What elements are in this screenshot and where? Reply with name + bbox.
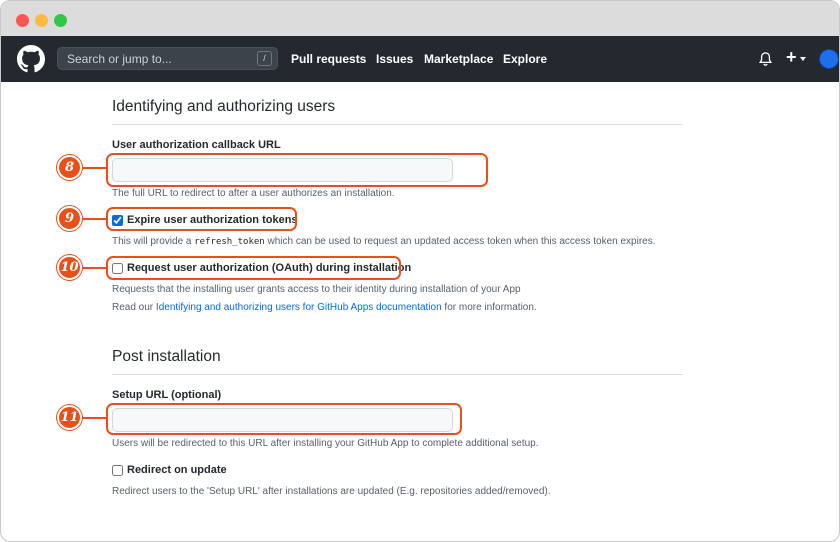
callout-marker-10: 10: [57, 255, 82, 280]
setup-url-label: Setup URL (optional): [112, 389, 222, 401]
redirect-update-checkbox[interactable]: [112, 464, 123, 476]
caret-down-icon[interactable]: [800, 57, 806, 61]
redirect-update-help: Redirect users to the 'Setup URL' after …: [112, 486, 551, 497]
read-more-post: for more information.: [441, 302, 537, 313]
search-box[interactable]: Search or jump to... /: [57, 47, 278, 70]
nav-link-pull-requests[interactable]: Pull requests: [291, 52, 366, 66]
github-header: Search or jump to... / Pull requests Iss…: [1, 36, 839, 82]
expire-help-text-post: which can be used to request an updated …: [264, 236, 656, 247]
setup-url-help: Users will be redirected to this URL aft…: [112, 438, 539, 449]
section-heading-identify: Identifying and authorizing users: [112, 98, 336, 115]
section-heading-post-install: Post installation: [112, 348, 221, 365]
nav-link-marketplace[interactable]: Marketplace: [424, 52, 493, 66]
redirect-update-row: Redirect on update: [112, 464, 227, 476]
callout-marker-8: 8: [57, 155, 82, 180]
callout-frame-10: [106, 256, 401, 280]
oauth-help: Requests that the installing user grants…: [112, 284, 521, 295]
window-titlebar: [1, 1, 839, 36]
docs-link[interactable]: Identifying and authorizing users for Gi…: [156, 302, 442, 313]
minimize-window-button[interactable]: [35, 14, 48, 27]
search-shortcut-key: /: [257, 51, 272, 66]
read-more-pre: Read our: [112, 302, 156, 313]
maximize-window-button[interactable]: [54, 14, 67, 27]
callback-url-label: User authorization callback URL: [112, 139, 281, 151]
callout-frame-11: [106, 403, 462, 435]
github-logo-icon[interactable]: [17, 45, 45, 73]
callout-connector-10: [81, 267, 107, 269]
callback-url-help: The full URL to redirect to after a user…: [112, 188, 395, 199]
close-window-button[interactable]: [16, 14, 29, 27]
callout-marker-9: 9: [57, 206, 82, 231]
callout-frame-9: [106, 207, 297, 231]
bell-icon[interactable]: [758, 51, 773, 67]
section-divider: [112, 374, 683, 375]
expire-tokens-help: This will provide a refresh_token which …: [112, 236, 656, 247]
redirect-update-label[interactable]: Redirect on update: [127, 464, 227, 476]
callout-connector-11: [81, 417, 107, 419]
avatar[interactable]: [819, 49, 839, 69]
search-placeholder: Search or jump to...: [67, 52, 172, 66]
callout-frame-8: [106, 153, 488, 187]
plus-icon[interactable]: +: [786, 47, 797, 67]
read-more-help: Read our Identifying and authorizing use…: [112, 302, 537, 313]
expire-help-text-pre: This will provide a: [112, 236, 195, 247]
callout-connector-8: [81, 167, 107, 169]
nav-link-issues[interactable]: Issues: [376, 52, 413, 66]
refresh-token-code: refresh_token: [194, 237, 265, 247]
callout-connector-9: [81, 218, 107, 220]
nav-link-explore[interactable]: Explore: [503, 52, 547, 66]
section-divider: [112, 124, 683, 125]
callout-marker-11: 11: [57, 405, 82, 430]
browser-window: Search or jump to... / Pull requests Iss…: [0, 0, 840, 542]
